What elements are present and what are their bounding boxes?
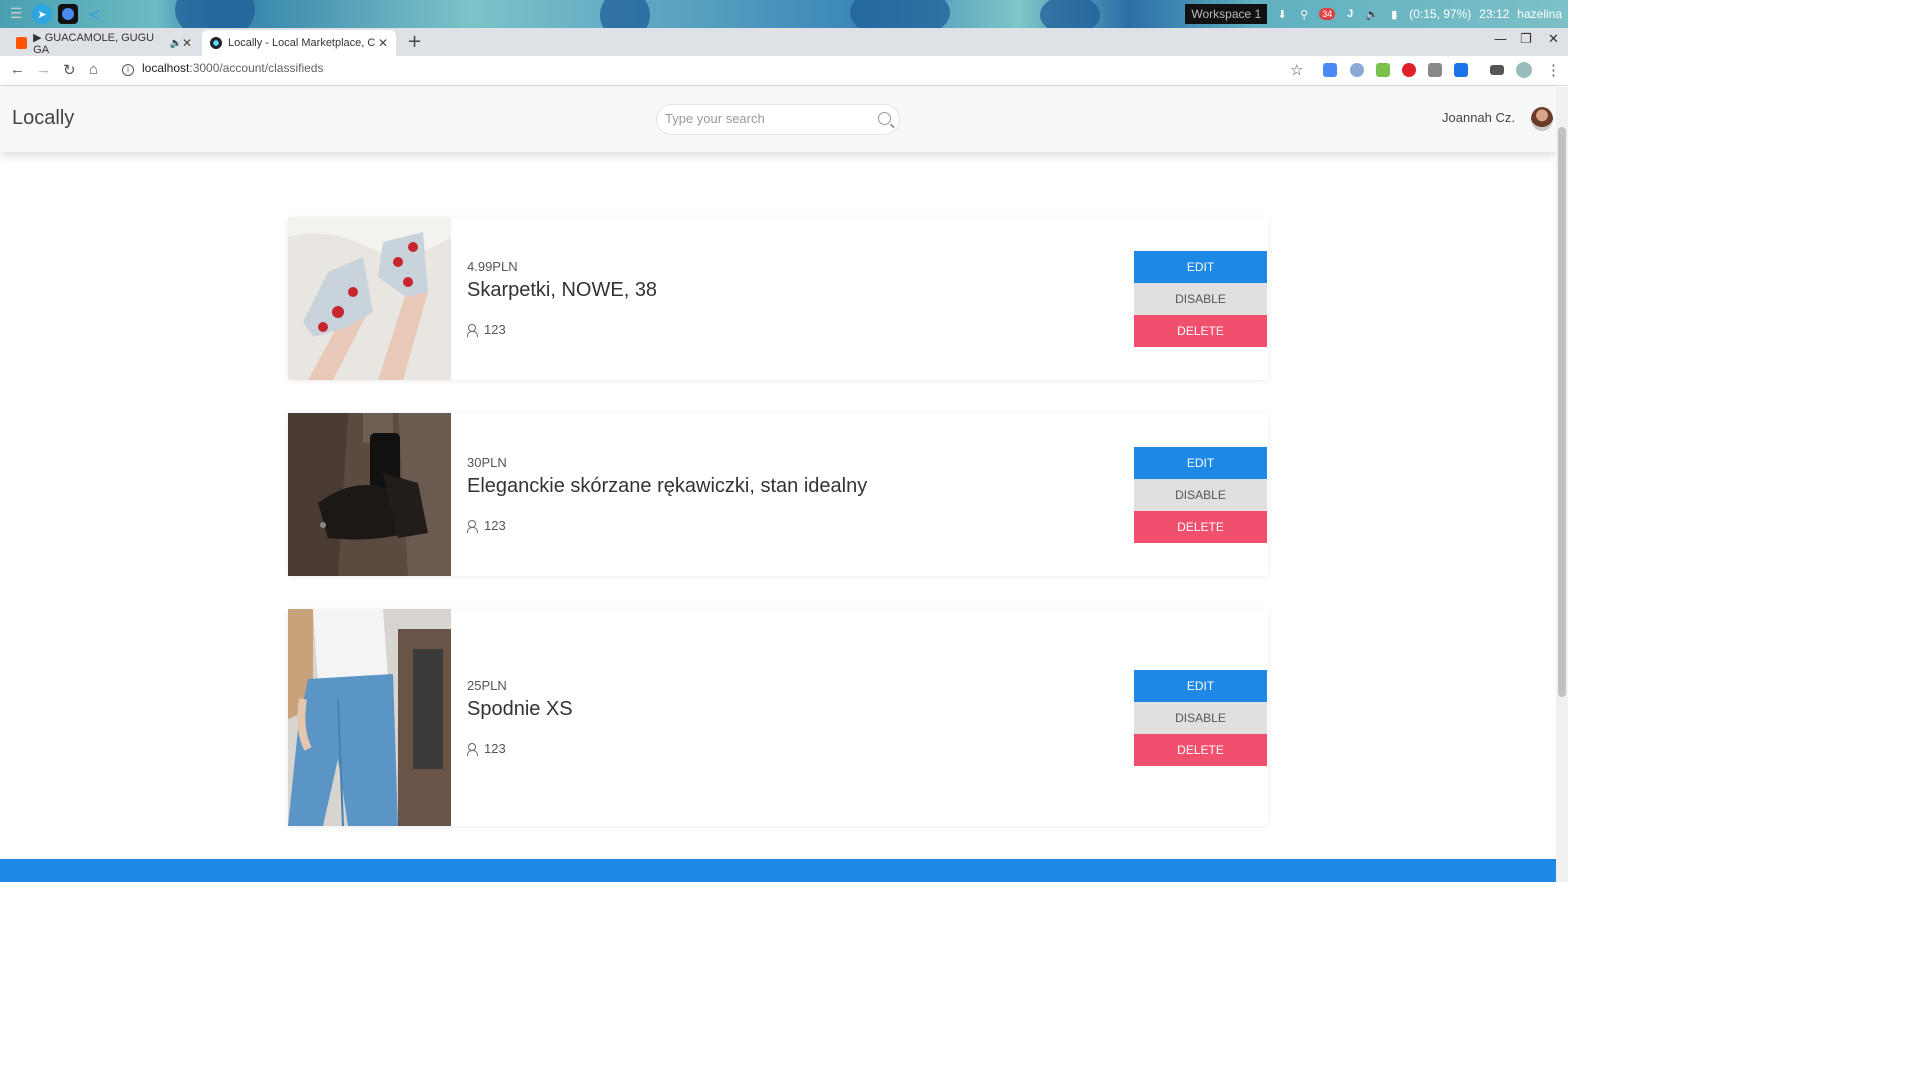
restore-icon[interactable]: ❐: [1520, 32, 1532, 47]
listing-card: 30PLN Eleganckie skórzane rękawiczki, st…: [288, 413, 1268, 576]
search-box: [656, 104, 900, 135]
new-tab-icon[interactable]: +: [407, 31, 422, 52]
back-icon[interactable]: ←: [10, 61, 25, 78]
user-avatar[interactable]: [1531, 107, 1553, 131]
tab-soundcloud[interactable]: ▶ GUACAMOLE, GUGU GA 🔈 ✕: [8, 30, 200, 56]
wallpaper-shape: [1040, 0, 1100, 28]
listing-title[interactable]: Eleganckie skórzane rękawiczki, stan ide…: [467, 475, 867, 498]
browser-toolbar: ← → ↻ ⌂ i localhost:3000/account/classifi…: [0, 56, 1568, 86]
listing-views: 123: [467, 741, 506, 756]
listing-photo-jeans: [288, 609, 451, 826]
translate-extension-icon[interactable]: [1323, 63, 1337, 77]
views-count: 123: [484, 518, 506, 533]
os-username[interactable]: hazelina: [1517, 7, 1562, 21]
battery-icon[interactable]: ▮: [1387, 7, 1401, 21]
disable-button[interactable]: DISABLE: [1134, 479, 1267, 511]
reload-icon[interactable]: ↻: [63, 61, 76, 79]
os-top-panel: ☰ ➤ ≺ Workspace 1 ⬇ ⚲ 34 J 🔈 ▮ (0:15, 97…: [0, 0, 1568, 28]
edit-button[interactable]: EDIT: [1134, 670, 1267, 702]
listing-price: 4.99PLN: [467, 259, 518, 274]
minimize-icon[interactable]: —: [1494, 32, 1507, 47]
user-name[interactable]: Joannah Cz.: [1442, 110, 1515, 125]
tab-label: ▶ GUACAMOLE, GUGU GA: [33, 31, 155, 56]
address-bar[interactable]: i localhost:3000/account/classifieds: [122, 61, 323, 76]
scrollbar-thumb[interactable]: [1558, 127, 1566, 697]
page-scrollbar[interactable]: [1556, 87, 1568, 882]
app-logo[interactable]: Locally: [12, 107, 74, 130]
browser-tab-bar: ▶ GUACAMOLE, GUGU GA 🔈 ✕ Locally - Local…: [0, 28, 1568, 56]
url-path: :3000/account/classifieds: [189, 61, 324, 75]
tab-label: Locally - Local Marketplace, C: [228, 37, 376, 49]
tab-locally[interactable]: Locally - Local Marketplace, C ✕: [202, 30, 396, 56]
listing-card: 25PLN Spodnie XS 123 EDIT DISABLE DELETE: [288, 609, 1268, 826]
users-icon: [467, 742, 482, 756]
audio-icon[interactable]: 🔈: [169, 38, 181, 49]
notification-badge[interactable]: 34: [1319, 8, 1336, 20]
disable-button[interactable]: DISABLE: [1134, 702, 1267, 734]
footer-bar: [0, 859, 1556, 882]
listing-photo-socks: [288, 217, 451, 380]
close-icon[interactable]: ✕: [182, 36, 192, 50]
close-icon[interactable]: ✕: [378, 36, 388, 50]
disable-button[interactable]: DISABLE: [1134, 283, 1267, 315]
location-icon[interactable]: ⚲: [1297, 7, 1311, 21]
info-icon[interactable]: i: [122, 64, 134, 76]
listing-photo-gloves: [288, 413, 451, 576]
wallpaper-shape: [600, 0, 650, 28]
profile-avatar[interactable]: [1516, 62, 1532, 78]
edit-button[interactable]: EDIT: [1134, 251, 1267, 283]
opera-extension-icon[interactable]: [1402, 63, 1416, 77]
app-header: Locally Joannah Cz.: [0, 87, 1556, 152]
users-icon: [467, 323, 482, 337]
menu-icon[interactable]: ☰: [6, 4, 26, 24]
queue-icon[interactable]: [1490, 65, 1504, 75]
download-icon[interactable]: ⬇: [1275, 7, 1289, 21]
chromium-icon[interactable]: [58, 4, 78, 24]
battery-status: (0:15, 97%): [1409, 7, 1472, 21]
workspace-indicator[interactable]: Workspace 1: [1185, 4, 1268, 24]
delete-button[interactable]: DELETE: [1134, 315, 1267, 347]
search-input[interactable]: [665, 111, 865, 126]
listing-views: 123: [467, 518, 506, 533]
forward-icon[interactable]: →: [36, 61, 51, 78]
window-close-icon[interactable]: ✕: [1548, 32, 1559, 47]
volume-icon[interactable]: 🔈: [1365, 7, 1379, 21]
react-icon: [210, 37, 222, 49]
clock[interactable]: 23:12: [1479, 7, 1509, 21]
views-count: 123: [484, 741, 506, 756]
listing-price: 30PLN: [467, 455, 507, 470]
vscode-icon[interactable]: ≺: [84, 4, 104, 24]
edit-button[interactable]: EDIT: [1134, 447, 1267, 479]
extension-icon[interactable]: [1376, 63, 1390, 77]
wallpaper-shape: [175, 0, 255, 28]
wallpaper-shape: [850, 0, 950, 28]
users-icon: [467, 519, 482, 533]
extension-icon[interactable]: [1350, 63, 1364, 77]
url-host: localhost: [142, 61, 190, 75]
search-icon[interactable]: [878, 112, 891, 125]
telegram-icon[interactable]: ➤: [32, 4, 52, 24]
listing-views: 123: [467, 322, 506, 337]
views-count: 123: [484, 322, 506, 337]
kebab-menu-icon[interactable]: ⋮: [1546, 61, 1561, 79]
soundcloud-icon: [16, 37, 28, 49]
extension-icon[interactable]: [1428, 63, 1442, 77]
delete-button[interactable]: DELETE: [1134, 734, 1267, 766]
app-tray-icon[interactable]: J: [1343, 7, 1357, 21]
listing-title[interactable]: Spodnie XS: [467, 698, 573, 721]
extension-icon[interactable]: [1454, 63, 1468, 77]
delete-button[interactable]: DELETE: [1134, 511, 1267, 543]
home-icon[interactable]: ⌂: [89, 61, 98, 78]
listing-price: 25PLN: [467, 678, 507, 693]
listing-card: 4.99PLN Skarpetki, NOWE, 38 123 EDIT DIS…: [288, 217, 1268, 380]
listing-title[interactable]: Skarpetki, NOWE, 38: [467, 279, 657, 302]
bookmark-star-icon[interactable]: ☆: [1290, 61, 1303, 79]
